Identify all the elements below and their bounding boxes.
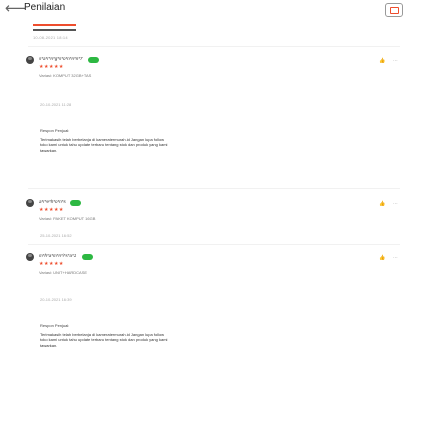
more-dots-icon[interactable]: ⋯ [393, 255, 399, 261]
member-badge [82, 254, 93, 260]
variant-label: Variasi: KOMPUT 32GB+TAS [39, 73, 92, 78]
avatar [26, 56, 34, 64]
seller-response: Respon Penjual: Terimakasih telah berbel… [40, 128, 170, 153]
seller-response: Respon Penjual: Terimakasih telah berbel… [40, 323, 170, 348]
divider [33, 29, 76, 31]
chat-help-icon[interactable] [385, 3, 403, 17]
review-date: 25-10-2021 16:52 [40, 233, 72, 238]
top-timestamp: 10-08-2021 18:14 [33, 35, 68, 40]
avatar [26, 199, 34, 207]
variant-label: Variasi: PAKET KOMPUT 16GB [39, 216, 96, 221]
rating-stars: ★★★★★ [39, 261, 64, 267]
review-date: 20-10-2021 11:28 [40, 102, 72, 107]
more-dots-icon[interactable]: ⋯ [393, 201, 399, 207]
member-badge [88, 57, 99, 63]
divider [28, 46, 400, 47]
thumbs-up-icon[interactable]: 👍 [379, 255, 385, 261]
seller-response-text: Terimakasih telah berbelanja di kamerate… [40, 332, 168, 348]
variant-label: Variasi: UNIT+HARDCASE [39, 270, 88, 275]
reviewer-name: a*r*e*h*o*n*s [39, 199, 66, 204]
thumbs-up-icon[interactable]: 👍 [379, 201, 385, 207]
rating-stars: ★★★★★ [39, 64, 64, 70]
more-dots-icon[interactable]: ⋯ [393, 58, 399, 64]
divider [28, 188, 400, 189]
reviewer-name: m*h*a*m*n*i*s*a*1 [39, 253, 77, 258]
top-bar: ⟵ Penilaian [0, 0, 422, 24]
seller-response-text: Terimakasih telah berbelanja di kamerate… [40, 137, 168, 153]
divider [28, 244, 400, 245]
thumbs-up-icon[interactable]: 👍 [379, 58, 385, 64]
avatar [26, 253, 34, 261]
seller-response-title: Respon Penjual: [40, 323, 70, 328]
page-title: Penilaian [24, 2, 66, 13]
rating-stars: ★★★★★ [39, 207, 64, 213]
seller-response-title: Respon Penjual: [40, 128, 70, 133]
member-badge [70, 200, 81, 206]
reviewer-name: s*a*r*n*g*s*o*n*n*n*7 [39, 56, 83, 61]
tab-underline [33, 24, 76, 26]
review-date: 20-10-2021 16:39 [40, 297, 72, 302]
